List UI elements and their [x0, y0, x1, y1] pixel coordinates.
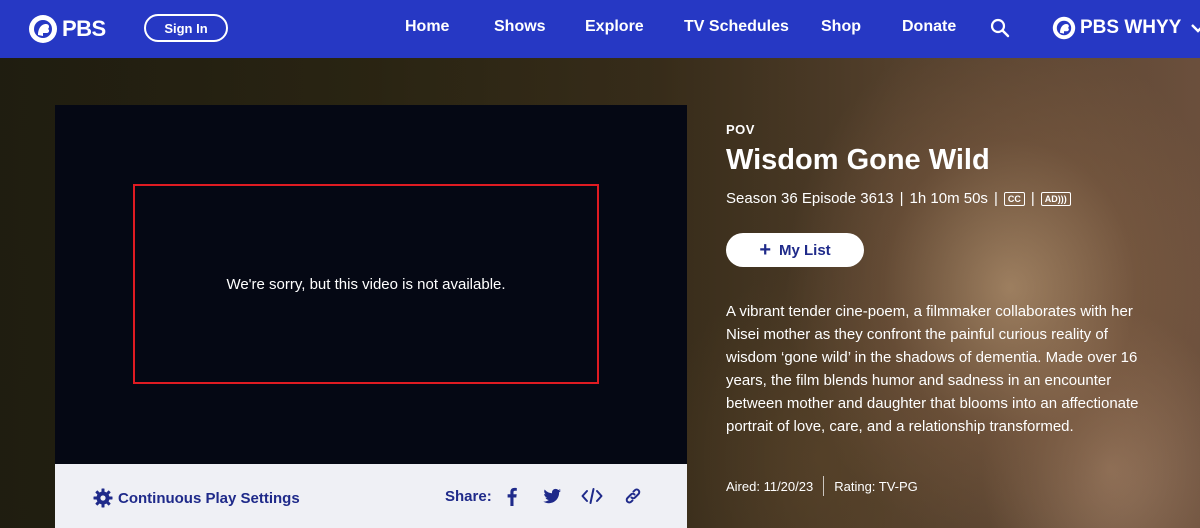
- share-label: Share:: [445, 488, 492, 505]
- season-episode: Season 36 Episode 3613: [726, 190, 894, 207]
- station-selector[interactable]: PBS WHYY: [1052, 16, 1200, 40]
- audio-description-badge: AD))): [1040, 191, 1071, 206]
- add-to-my-list-button[interactable]: + My List: [726, 233, 864, 267]
- twitter-icon[interactable]: [541, 485, 563, 507]
- player-toolbar: Continuous Play Settings Share:: [55, 464, 687, 528]
- gear-icon: [93, 488, 113, 508]
- nav-link-shop[interactable]: Shop: [821, 18, 861, 36]
- pbs-head-icon: [1052, 16, 1076, 40]
- show-name[interactable]: POV: [726, 122, 755, 137]
- nav-link-explore[interactable]: Explore: [585, 18, 644, 36]
- chevron-down-icon: [1191, 24, 1200, 33]
- nav-link-home[interactable]: Home: [405, 18, 449, 36]
- error-message: We're sorry, but this video is not avail…: [226, 275, 506, 293]
- continuous-play-label: Continuous Play Settings: [118, 489, 300, 507]
- rating: Rating: TV-PG: [834, 478, 918, 494]
- nav-link-donate[interactable]: Donate: [902, 18, 956, 36]
- air-info: Aired: 11/20/23 Rating: TV-PG: [726, 476, 918, 496]
- nav-link-tv-schedules[interactable]: TV Schedules: [684, 18, 789, 36]
- video-player[interactable]: We're sorry, but this video is not avail…: [55, 105, 687, 464]
- meta-separator: |: [899, 190, 904, 207]
- embed-code-icon[interactable]: [581, 485, 603, 507]
- my-list-label: My List: [779, 241, 831, 259]
- episode-description: A vibrant tender cine-poem, a filmmaker …: [726, 303, 1139, 435]
- air-info-divider: [823, 476, 825, 496]
- search-icon[interactable]: [990, 18, 1010, 38]
- meta-separator: |: [993, 190, 998, 207]
- episode-title: Wisdom Gone Wild: [726, 144, 990, 176]
- nav-link-shows[interactable]: Shows: [494, 18, 546, 36]
- aired-date: Aired: 11/20/23: [726, 478, 814, 494]
- continuous-play-settings-button[interactable]: Continuous Play Settings: [93, 488, 300, 508]
- meta-separator: |: [1030, 190, 1035, 207]
- top-nav: PBS Sign In Home Shows Explore TV Schedu…: [0, 0, 1200, 58]
- station-name: PBS WHYY: [1080, 17, 1182, 38]
- link-icon[interactable]: [622, 485, 644, 507]
- nav-links: Home Shows Explore TV Schedules Shop Don…: [0, 0, 1200, 58]
- episode-meta: Season 36 Episode 3613 | 1h 10m 50s | CC…: [726, 190, 1071, 207]
- error-message-box: We're sorry, but this video is not avail…: [133, 184, 599, 384]
- duration: 1h 10m 50s: [909, 190, 988, 207]
- closed-captions-badge: CC: [1003, 191, 1025, 206]
- plus-icon: +: [759, 239, 771, 261]
- facebook-icon[interactable]: [501, 485, 523, 507]
